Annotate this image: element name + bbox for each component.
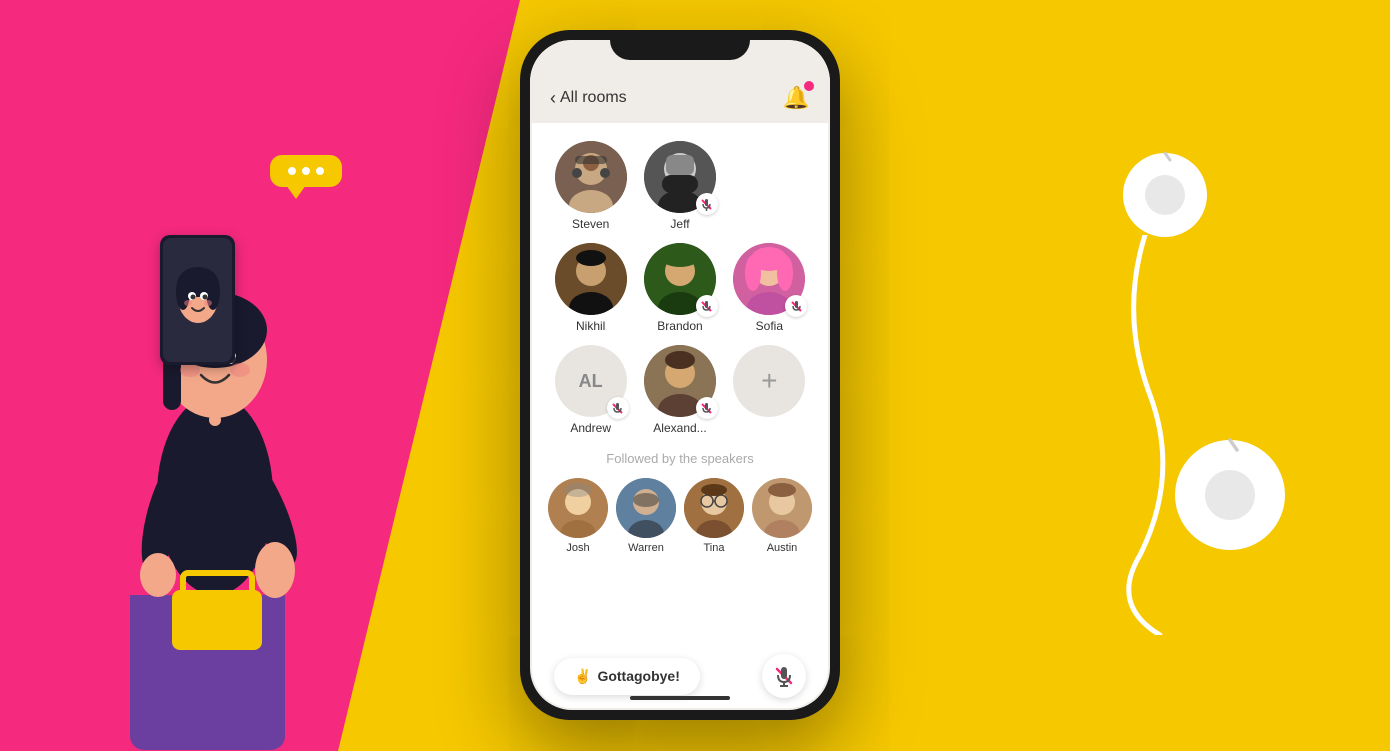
phone-screen: ‹ All rooms 🔔 — [530, 40, 830, 710]
wallet-decoration — [172, 570, 262, 650]
followers-row: Josh Warren — [548, 478, 812, 554]
follower-avatar-warren — [616, 478, 676, 538]
mute-badge-brandon — [696, 295, 718, 317]
follower-item-warren[interactable]: Warren — [616, 478, 676, 554]
follower-avatar-josh — [548, 478, 608, 538]
mute-badge-jeff — [696, 193, 718, 215]
follower-name-tina: Tina — [704, 542, 725, 554]
avatar-nikhil — [555, 243, 627, 315]
follower-item-tina[interactable]: Tina — [684, 478, 744, 554]
speaker-item-andrew[interactable]: AL Andrew — [548, 345, 633, 435]
avatar-wrap-jeff — [644, 141, 716, 213]
leave-button[interactable]: ✌️ Gottagobye! — [554, 658, 700, 695]
add-speaker-item[interactable]: + — [727, 345, 812, 435]
back-arrow-icon: ‹ — [550, 88, 556, 109]
speaker-item-brandon[interactable]: Brandon — [637, 243, 722, 333]
notification-bell-button[interactable]: 🔔 — [783, 85, 810, 111]
earphone-bud-bottom — [1165, 430, 1295, 560]
back-button[interactable]: ‹ All rooms — [550, 88, 627, 109]
speaker-name-jeff: Jeff — [670, 217, 689, 231]
bell-badge — [804, 81, 814, 91]
held-phone-illustration — [160, 235, 235, 365]
speaker-item-nikhil[interactable]: Nikhil — [548, 243, 633, 333]
follower-name-austin: Austin — [767, 542, 798, 554]
follower-name-warren: Warren — [628, 542, 664, 554]
speakers-grid: Steven — [548, 133, 812, 443]
mute-badge-alexander — [696, 397, 718, 419]
avatar-wrap-alexander — [644, 345, 716, 417]
follower-avatar-tina — [684, 478, 744, 538]
mute-badge-andrew — [607, 397, 629, 419]
back-label: All rooms — [560, 89, 627, 107]
avatar-wrap-sofia — [733, 243, 805, 315]
speaker-name-steven: Steven — [572, 217, 609, 231]
earphone-bud-top — [1115, 145, 1215, 245]
speaker-item-jeff[interactable]: Jeff — [637, 141, 722, 231]
add-label — [768, 421, 771, 435]
dot-1 — [288, 167, 296, 175]
avatar-steven — [555, 141, 627, 213]
speaker-name-nikhil: Nikhil — [576, 319, 605, 333]
speaker-name-sofia: Sofia — [756, 319, 783, 333]
speaker-item-sofia[interactable]: Sofia — [727, 243, 812, 333]
add-speaker-button[interactable]: + — [733, 345, 805, 417]
screen-body[interactable]: Steven — [532, 123, 828, 708]
speaker-name-brandon: Brandon — [657, 319, 702, 333]
avatar-wrap-steven — [555, 141, 627, 213]
empty-slot-1 — [727, 141, 812, 231]
followed-section-label: Followed by the speakers — [548, 443, 812, 478]
avatar-wrap-nikhil — [555, 243, 627, 315]
leave-label: Gottagobye! — [597, 668, 679, 684]
screen-bottom-bar: ✌️ Gottagobye! — [542, 654, 818, 698]
dot-3 — [316, 167, 324, 175]
mic-button[interactable] — [762, 654, 806, 698]
dot-2 — [302, 167, 310, 175]
speaker-item-alexander[interactable]: Alexand... — [637, 345, 722, 435]
follower-item-austin[interactable]: Austin — [752, 478, 812, 554]
speaker-name-andrew: Andrew — [570, 421, 611, 435]
phone-home-bar — [630, 696, 730, 700]
follower-item-josh[interactable]: Josh — [548, 478, 608, 554]
mute-badge-sofia — [785, 295, 807, 317]
follower-avatar-austin — [752, 478, 812, 538]
leave-emoji: ✌️ — [574, 668, 591, 685]
speaker-name-alexander: Alexand... — [653, 421, 706, 435]
avatar-wrap-andrew: AL — [555, 345, 627, 417]
phone-frame: ‹ All rooms 🔔 — [520, 30, 840, 720]
speaker-item-steven[interactable]: Steven — [548, 141, 633, 231]
follower-name-josh: Josh — [566, 542, 589, 554]
avatar-wrap-brandon — [644, 243, 716, 315]
phone-notch — [610, 30, 750, 60]
